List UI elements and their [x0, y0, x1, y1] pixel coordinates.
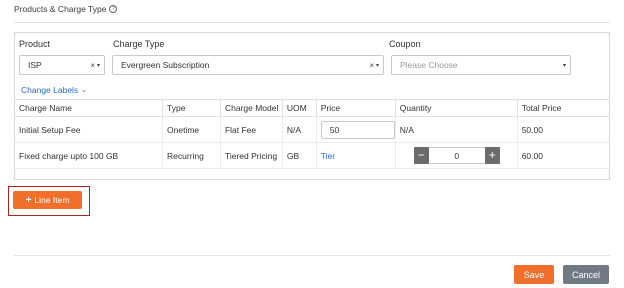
table-header-row: Charge Name Type Charge Model UOM Price … [15, 99, 609, 117]
product-value: ISP [28, 60, 42, 70]
change-labels-link[interactable]: Change Labels ⌄ [21, 85, 87, 95]
column-header: Charge Name [15, 99, 163, 117]
help-icon[interactable]: ? [109, 5, 118, 13]
charge-type-label: Charge Type [113, 39, 165, 49]
caret-down-icon[interactable]: ▾ [97, 62, 100, 69]
caret-down-icon[interactable]: ▾ [563, 62, 566, 69]
table-row: Fixed charge upto 100 GB Recurring Tiere… [15, 142, 609, 169]
column-header: Total Price [516, 99, 609, 117]
column-header: Quantity [394, 99, 518, 117]
price-input[interactable]: 50 [320, 120, 395, 139]
caret-down-icon[interactable]: ▾ [376, 62, 379, 69]
plus-icon[interactable]: + [484, 147, 500, 164]
column-header: Type [162, 99, 221, 117]
coupon-select[interactable]: Please Choose ▾ [391, 55, 571, 75]
add-line-item-label: Line Item [34, 195, 70, 205]
add-line-item-button[interactable]: + Line Item [13, 191, 82, 209]
column-header: UOM [281, 99, 317, 117]
table-row: Initial Setup Fee Onetime Flat Fee N/A 5… [15, 116, 609, 143]
quantity-stepper: − 0 + [413, 147, 517, 164]
total-price: 60.00 [516, 142, 609, 169]
price-cell: 50 [315, 116, 396, 143]
plus-icon: + [25, 194, 32, 206]
charge-model: Tiered Pricing [219, 142, 283, 169]
charges-panel: Product Charge Type Coupon ISP × ▾ Everg… [14, 32, 610, 180]
coupon-label: Coupon [389, 39, 421, 49]
price-cell: Tier [315, 142, 396, 169]
charge-type-select[interactable]: Evergreen Subscription × ▾ [112, 55, 384, 75]
divider [14, 22, 610, 23]
column-header: Price [315, 99, 396, 117]
charge-type-value: Evergreen Subscription [121, 60, 210, 70]
charge-name: Initial Setup Fee [15, 116, 163, 143]
clear-icon[interactable]: × [369, 61, 374, 70]
chevron-down-icon: ⌄ [81, 87, 88, 94]
uom: GB [281, 142, 317, 169]
divider [14, 255, 610, 256]
cancel-button[interactable]: Cancel [563, 265, 609, 284]
tier-link[interactable]: Tier [321, 151, 335, 161]
charge-type: Onetime [162, 116, 221, 143]
product-select[interactable]: ISP × ▾ [19, 55, 105, 75]
save-button[interactable]: Save [514, 265, 554, 284]
charges-table: Charge Name Type Charge Model UOM Price … [15, 99, 609, 169]
minus-icon[interactable]: − [413, 147, 429, 164]
total-price: 50.00 [516, 116, 609, 143]
coupon-placeholder: Please Choose [400, 60, 458, 70]
charge-type: Recurring [162, 142, 221, 169]
charge-model: Flat Fee [219, 116, 283, 143]
clear-icon[interactable]: × [90, 61, 95, 70]
section-title: Products & Charge Type [14, 4, 107, 14]
quantity: N/A [394, 116, 518, 143]
quantity-cell: − 0 + [394, 142, 518, 169]
change-labels-text: Change Labels [21, 85, 79, 95]
charge-name: Fixed charge upto 100 GB [15, 142, 163, 169]
column-header: Charge Model [219, 99, 283, 117]
product-label: Product [19, 39, 51, 49]
uom: N/A [281, 116, 317, 143]
quantity-input[interactable]: 0 [428, 147, 485, 164]
section-header: Products & Charge Type ? [14, 4, 118, 14]
